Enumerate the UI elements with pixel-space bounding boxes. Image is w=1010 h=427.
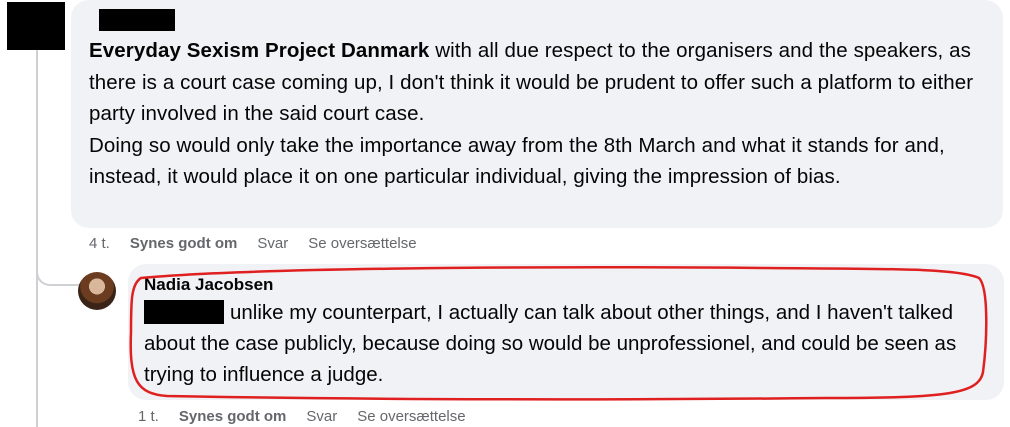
reply-reply-button[interactable]: Svar — [306, 408, 337, 425]
reply-author-name[interactable]: Nadia Jacobsen — [144, 274, 990, 296]
comment-timestamp[interactable]: 4 t. — [89, 235, 110, 252]
reply-timestamp[interactable]: 1 t. — [138, 408, 159, 425]
tagged-page-link[interactable]: Everyday Sexism Project Danmark — [89, 39, 429, 62]
reply-text: unlike my counterpart, I actually can ta… — [144, 301, 957, 386]
reply-actions: 1 t. Synes godt om Svar Se oversættelse — [138, 405, 486, 427]
comment-actions: 4 t. Synes godt om Svar Se oversættelse — [89, 232, 437, 254]
comment-bubble: Everyday Sexism Project Danmark with all… — [71, 0, 1003, 228]
reply-see-translation-link[interactable]: Se oversættelse — [357, 408, 465, 425]
redacted-author-name — [99, 9, 175, 31]
reply-button[interactable]: Svar — [257, 235, 288, 252]
see-translation-link[interactable]: Se oversættelse — [308, 235, 416, 252]
reply-bubble: Nadia Jacobsen unlike my counterpart, I … — [128, 264, 1004, 400]
avatar[interactable] — [78, 272, 116, 310]
like-button[interactable]: Synes godt om — [130, 235, 238, 252]
comment-paragraph-2: Doing so would only take the importance … — [89, 133, 945, 189]
thread-connector-line — [36, 48, 38, 427]
comment-paragraph-1: Everyday Sexism Project Danmark with all… — [89, 35, 985, 130]
reply-like-button[interactable]: Synes godt om — [179, 408, 287, 425]
comment-text: Everyday Sexism Project Danmark with all… — [89, 35, 985, 193]
reply-text-block: unlike my counterpart, I actually can ta… — [144, 297, 990, 390]
comment-thread: Everyday Sexism Project Danmark with all… — [0, 0, 1010, 427]
redacted-avatar — [7, 2, 65, 50]
redacted-mention — [144, 300, 224, 324]
